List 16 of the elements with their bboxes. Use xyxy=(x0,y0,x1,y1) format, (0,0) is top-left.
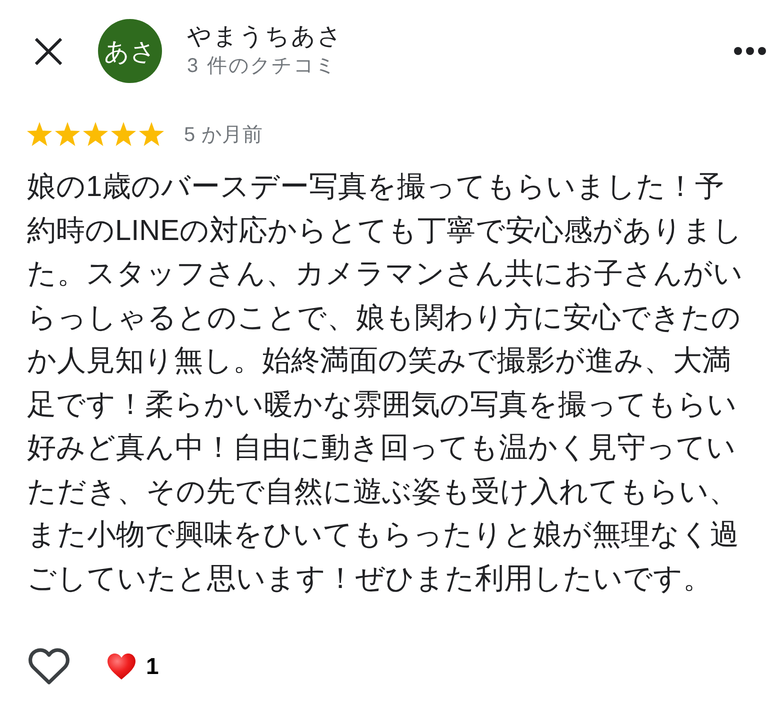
more-options-button[interactable] xyxy=(734,47,766,55)
more-icon xyxy=(734,47,766,55)
reviewer-name[interactable]: やまうちあさ xyxy=(187,22,343,52)
review-time: 5 か月前 xyxy=(184,122,264,148)
reaction-count: 1 xyxy=(146,652,159,680)
avatar[interactable]: あさ xyxy=(98,19,162,83)
star-icon xyxy=(55,122,80,146)
heart-icon xyxy=(107,652,136,680)
review-text: 娘の1歳のバースデー写真を撮ってもらいました！予約時のLINEの対応からとても丁寧で安心感がありました。スタッフさん、カメラマンさん共にお子さんがいらっしゃるとのことで、娘も関わり方に安心できたのか人見知り無し。始終満面の笑みで撮影が進み、大満足です！柔らかい暖かな雰囲気の写真を撮ってもらい好みど真ん中！自由に動き回っても温かく見守っていただき、その先で自然に遊ぶ姿も受け入れてもらい、また小物で興味をひいてもらったりと娘が無理なく過ごしていたと思います！ぜひまた利用したいです。 xyxy=(27,170,744,596)
star-icon xyxy=(27,122,52,146)
close-button[interactable] xyxy=(35,38,62,64)
review-count: 3 件のクチコミ xyxy=(187,54,336,79)
close-icon xyxy=(35,38,62,64)
star-icon xyxy=(111,122,136,146)
star-icon xyxy=(139,122,164,146)
star-icon xyxy=(83,122,108,146)
